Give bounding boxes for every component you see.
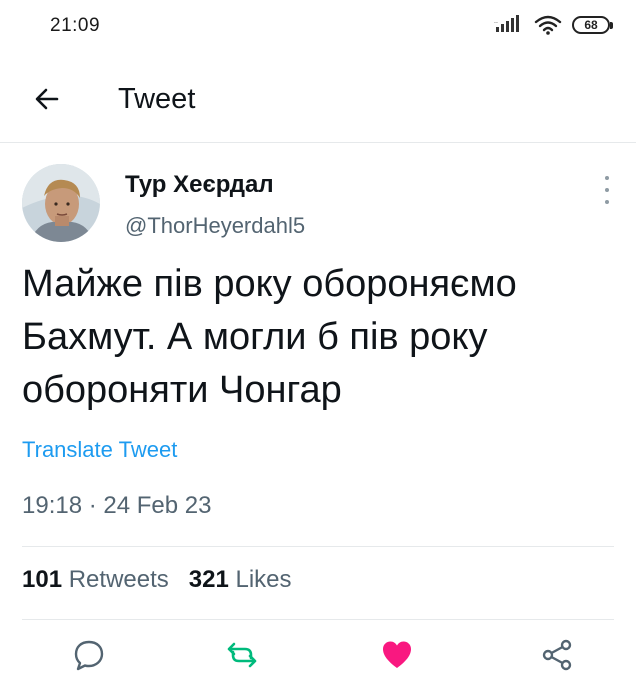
- author-name[interactable]: Тур Хеєрдал: [125, 171, 274, 199]
- wifi-icon: [534, 15, 562, 35]
- svg-text:..: ..: [494, 18, 498, 25]
- tweet-text-line: Бахмут. А могли б пів року: [22, 316, 488, 358]
- tweet-text-line: обороняти Чонгар: [22, 369, 342, 411]
- tweet-timestamp[interactable]: 19:18 · 24 Feb 23: [22, 492, 211, 520]
- divider: [22, 619, 614, 620]
- author-handle[interactable]: @ThorHeyerdahl5: [125, 213, 305, 239]
- tweet-text: Майже пів року обороняємо Бахмут. А могл…: [22, 258, 622, 417]
- battery-icon: 68: [572, 16, 613, 34]
- tweet-text-line: Майже пів року обороняємо: [22, 263, 517, 305]
- page-title: Tweet: [118, 83, 196, 115]
- translate-tweet-link[interactable]: Translate Tweet: [22, 437, 177, 463]
- more-options-icon[interactable]: [600, 176, 614, 204]
- battery-level: 68: [584, 18, 598, 32]
- heart-icon[interactable]: [380, 638, 414, 672]
- avatar[interactable]: [22, 164, 100, 242]
- status-time: 21:09: [50, 15, 101, 36]
- comment-icon[interactable]: [72, 638, 106, 672]
- likes-label: Likes: [235, 566, 292, 593]
- header: Tweet: [0, 70, 636, 130]
- retweets-count: 101: [22, 566, 63, 593]
- likes-count: 321: [188, 566, 229, 593]
- status-icons: .. 68: [494, 14, 613, 36]
- share-icon[interactable]: [540, 638, 574, 672]
- status-bar: 21:09 .. 68: [0, 0, 636, 56]
- signal-icon: ..: [494, 15, 519, 32]
- retweets-label: Retweets: [68, 566, 169, 593]
- arrow-left-icon[interactable]: [30, 82, 64, 116]
- tweet-stats: 101 Retweets 321 Likes: [22, 566, 292, 594]
- retweets-stat[interactable]: 101 Retweets: [22, 566, 169, 593]
- retweet-icon[interactable]: [225, 638, 259, 672]
- likes-stat[interactable]: 321 Likes: [189, 566, 292, 593]
- divider: [22, 546, 614, 547]
- header-divider: [0, 142, 636, 143]
